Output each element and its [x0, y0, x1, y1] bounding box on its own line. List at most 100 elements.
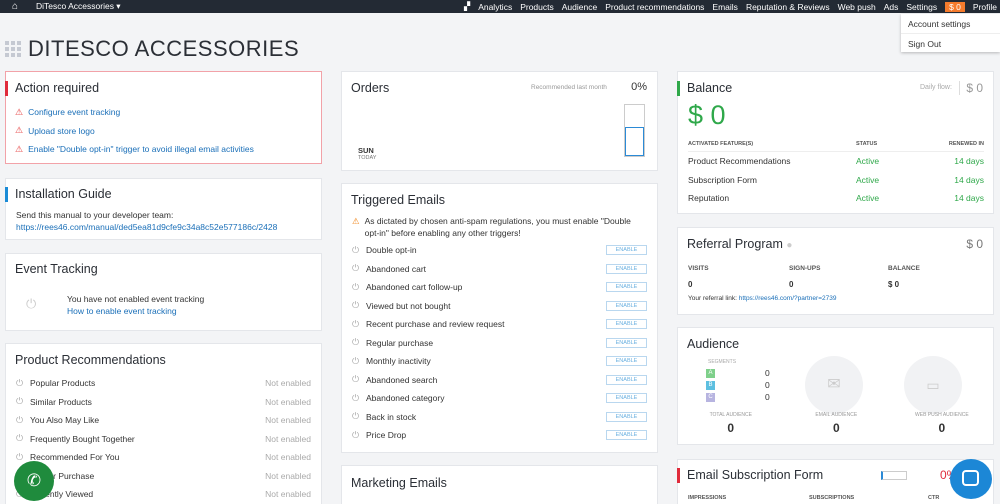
nav-analytics[interactable]: Analytics: [478, 2, 512, 12]
referral-link[interactable]: https://rees46.com/?partner=2739: [739, 295, 837, 302]
action-item[interactable]: ⚠ Configure event tracking: [15, 103, 312, 122]
segment-badge: A: [706, 368, 715, 378]
balance-card: Balance Daily flow: $ 0 $ 0 ACTIVATED FE…: [677, 71, 994, 214]
segment-row: B0: [706, 379, 770, 391]
enable-button[interactable]: ENABLE: [606, 282, 647, 293]
status-label: Not enabled: [265, 452, 311, 463]
audience-stat-value: 0: [832, 421, 840, 435]
orders-recommended-label: Recommended last month: [531, 84, 607, 91]
trigger-item: ⏻ Abandoned cart follow-up ENABLE: [352, 278, 647, 297]
recommendation-item[interactable]: ⏻ Popular Products Not enabled: [16, 374, 311, 393]
home-icon[interactable]: ⌂: [0, 1, 30, 12]
email-audience-circle: ✉: [805, 356, 863, 414]
warning-icon: ⚠: [15, 143, 24, 154]
sign-out-item[interactable]: Sign Out: [901, 33, 1000, 52]
segment-value: 0: [765, 380, 770, 390]
recommendation-item[interactable]: ⏻ Recommended For You Not enabled: [16, 448, 311, 467]
recommendation-item[interactable]: ⏻Similar PurchaseNot enabled: [16, 467, 311, 486]
enable-button[interactable]: ENABLE: [606, 300, 647, 311]
orders-day: SUN: [358, 146, 374, 155]
nav-audience[interactable]: Audience: [562, 2, 597, 12]
feature-status: Active: [856, 156, 880, 167]
audience-stats: TOTAL AUDIENCE 0 EMAIL AUDIENCE 0 WEB PUSH A…: [678, 412, 995, 435]
product-recommendations-title: Product Recommendations: [15, 353, 166, 367]
segments-list: A0B0C 0: [706, 367, 770, 403]
referral-balance-value: $ 0: [888, 280, 900, 289]
nav-ads[interactable]: Ads: [884, 2, 899, 12]
nav-reputation[interactable]: Reputation & Reviews: [746, 2, 830, 12]
balance-badge[interactable]: $ 0: [945, 1, 965, 12]
store-selector[interactable]: DiTesco Accessories ▾: [36, 1, 121, 12]
subscription-progress-bar: [881, 471, 907, 480]
signups-label: SIGN-UPS: [789, 265, 821, 272]
status-label: Not enabled: [265, 396, 311, 407]
apps-grid-icon: [5, 41, 21, 57]
monitor-icon: ▭: [926, 377, 940, 393]
power-icon: ⏻: [352, 244, 360, 255]
recommendation-item[interactable]: ⏻Recently ViewedNot enabled: [16, 485, 311, 504]
warning-icon: ⚠: [15, 106, 24, 117]
feature-row: Reputation Active 14 days: [688, 189, 984, 208]
enable-button[interactable]: ENABLE: [606, 430, 647, 441]
subscriptions-label: SUBSCRIPTIONS: [809, 495, 855, 501]
triggered-emails-list: ⏻ Double opt-in ENABLE ⏻ Abandoned cart ENABL…: [342, 241, 657, 445]
trigger-item: ⏻ Back in stock ENABLE: [352, 408, 647, 427]
trigger-label: Double opt-in: [366, 245, 417, 256]
phone-chat-button[interactable]: ✆: [14, 461, 54, 501]
support-chat-button[interactable]: [950, 459, 992, 499]
enable-button[interactable]: ENABLE: [606, 393, 647, 404]
orders-title: Orders: [351, 81, 390, 95]
enable-button[interactable]: ENABLE: [606, 356, 647, 367]
nav-product-recommendations[interactable]: Product recommendations: [605, 2, 704, 12]
installation-link[interactable]: https://rees46.com/manual/ded5ea81d9cfe9…: [16, 221, 311, 233]
audience-stat-label: WEB PUSH AUDIENCE: [915, 412, 969, 418]
feature-name: Reputation: [688, 193, 730, 204]
trigger-item: ⏻ Abandoned category ENABLE: [352, 389, 647, 408]
phone-icon: ✆: [26, 471, 42, 490]
nav-web-push[interactable]: Web push: [838, 2, 876, 12]
segment-row: A0: [706, 367, 770, 379]
recommendation-item[interactable]: ⏻ Similar Products Not enabled: [16, 393, 311, 412]
audience-title: Audience: [687, 337, 740, 351]
enable-button[interactable]: ENABLE: [606, 319, 647, 330]
power-icon: ⏻: [26, 296, 37, 311]
action-item[interactable]: ⚠ Enable "Double opt-in" trigger to avoid…: [15, 140, 312, 159]
trigger-label: Abandoned category: [366, 393, 445, 404]
nav-emails[interactable]: Emails: [712, 2, 738, 12]
account-settings-item[interactable]: Account settings: [901, 14, 1000, 33]
power-icon: ⏻: [16, 414, 24, 425]
warning-icon: ⚠: [15, 125, 24, 136]
enable-button[interactable]: ENABLE: [606, 263, 647, 274]
segment-badge: C: [706, 392, 715, 402]
nav-settings[interactable]: Settings: [906, 2, 937, 12]
webpush-audience-circle: ▭: [904, 356, 962, 414]
chat-bubble-icon: [962, 470, 979, 486]
event-tracking-link[interactable]: How to enable event tracking: [67, 305, 204, 317]
event-tracking-card: Event Tracking ⏻ You have not enabled ev…: [5, 253, 322, 331]
feature-row: Product Recommendations Active 14 days: [688, 152, 984, 171]
triggered-emails-title: Triggered Emails: [351, 193, 446, 207]
ctr-label: CTR: [928, 495, 940, 501]
recommendation-item[interactable]: ⏻ You Also May Like Not enabled: [16, 411, 311, 430]
trigger-item: ⏻ Price Drop ENABLE: [352, 426, 647, 445]
nav-profile[interactable]: Profile: [973, 2, 997, 12]
feature-renewed: 14 days: [954, 156, 984, 167]
enable-button[interactable]: ENABLE: [606, 337, 647, 348]
power-icon: ⏻: [352, 374, 360, 385]
referral-total: $ 0: [966, 237, 983, 251]
enable-button[interactable]: ENABLE: [606, 245, 647, 256]
action-item[interactable]: ⚠ Upload store logo: [15, 122, 312, 141]
recommendation-item[interactable]: ⏻ Frequently Bought Together Not enabled: [16, 430, 311, 449]
nav-products[interactable]: Products: [520, 2, 554, 12]
features-table: ACTIVATED FEATURE(S) STATUS RENEWED IN P…: [688, 141, 984, 208]
visits-value: 0: [688, 280, 693, 289]
recommendation-label: Recommended For You: [30, 452, 120, 463]
enable-button[interactable]: ENABLE: [606, 374, 647, 385]
trigger-item: ⏻ Viewed but not bought ENABLE: [352, 297, 647, 316]
audience-stat: TOTAL AUDIENCE 0: [678, 412, 784, 435]
enable-button[interactable]: ENABLE: [606, 411, 647, 422]
trigger-label: Abandoned search: [366, 374, 438, 385]
email-icon: ✉: [827, 376, 841, 393]
audience-stat: WEB PUSH AUDIENCE 0: [889, 412, 995, 435]
marketing-emails-card: Marketing Emails: [341, 465, 658, 504]
